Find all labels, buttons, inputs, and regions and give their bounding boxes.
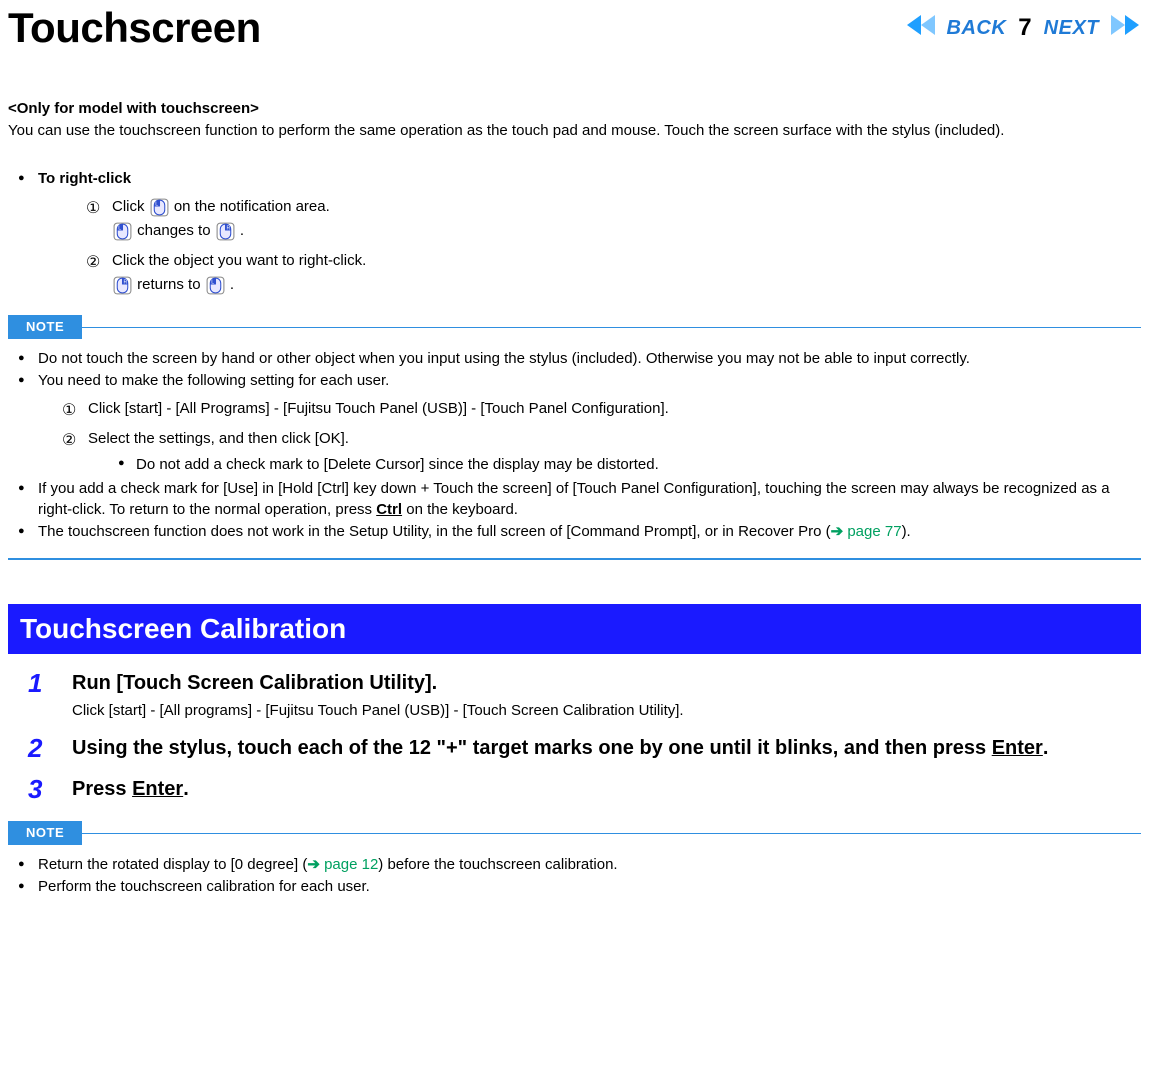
mouse-left-icon-3: L: [205, 275, 226, 296]
mouse-right-icon-2: R: [112, 275, 133, 296]
note2-item1-a: Return the rotated display to [0 degree]…: [38, 856, 307, 873]
calibration-steps: 1 Run [Touch Screen Calibration Utility]…: [28, 670, 1141, 803]
note2-item-2: Perform the touchscreen calibration for …: [16, 877, 1141, 897]
enter-key-label-2: Enter: [132, 778, 183, 800]
step2-text: Click the object you want to right-click…: [112, 252, 366, 269]
note2-item-1: Return the rotated display to [0 degree]…: [16, 855, 1141, 875]
svg-text:L: L: [118, 225, 121, 231]
step-2-title: Using the stylus, touch each of the 12 "…: [72, 735, 1141, 762]
right-click-section: To right-click Click L on the notificati…: [8, 169, 1141, 297]
intro-block: <Only for model with touchscreen> You ca…: [8, 99, 1141, 142]
svg-text:R: R: [124, 279, 128, 285]
page-title: Touchscreen: [8, 0, 261, 57]
note1-item-1: Do not touch the screen by hand or other…: [16, 349, 1141, 369]
step2-returns-b: .: [230, 276, 234, 293]
back-button[interactable]: BACK: [947, 15, 1007, 42]
note-label-2: NOTE: [8, 821, 82, 845]
svg-text:R: R: [226, 225, 230, 231]
ctrl-key-label: Ctrl: [376, 501, 402, 518]
back-arrow-icon[interactable]: [905, 13, 941, 43]
note-2: NOTE Return the rotated display to [0 de…: [8, 821, 1141, 897]
link-arrow-icon-2: ➔: [307, 856, 320, 873]
model-subtitle: <Only for model with touchscreen>: [8, 99, 1141, 119]
note1-item3-b: on the keyboard.: [402, 501, 518, 518]
note2-item1-b: ) before the touchscreen calibration.: [378, 856, 617, 873]
page-12-link[interactable]: page 12: [320, 856, 378, 873]
step-1-title: Run [Touch Screen Calibration Utility].: [72, 670, 1141, 697]
svg-text:L: L: [211, 279, 214, 285]
note1-item-4: The touchscreen function does not work i…: [16, 522, 1141, 542]
step-3-title-a: Press: [72, 778, 132, 800]
page-header: Touchscreen BACK 7 NEXT: [8, 0, 1141, 57]
intro-text: You can use the touchscreen function to …: [8, 121, 1141, 141]
note1-substep-2-sub: Do not add a check mark to [Delete Curso…: [116, 453, 1141, 477]
step-3-title-b: .: [183, 778, 189, 800]
note1-substep-2: Select the settings, and then click [OK]…: [62, 427, 1141, 477]
note-divider-2: [82, 833, 1141, 834]
note1-item-3: If you add a check mark for [Use] in [Ho…: [16, 479, 1141, 520]
step-number-1: 1: [28, 670, 72, 721]
next-button[interactable]: NEXT: [1044, 15, 1099, 42]
note1-item-2: You need to make the following setting f…: [16, 371, 1141, 477]
step-1: 1 Run [Touch Screen Calibration Utility]…: [28, 670, 1141, 721]
step-3: 3 Press Enter.: [28, 776, 1141, 803]
note1-item4-a: The touchscreen function does not work i…: [38, 523, 831, 540]
step-2-title-a: Using the stylus, touch each of the 12 "…: [72, 737, 992, 759]
page-number: 7: [1018, 12, 1031, 44]
note1-item3-a: If you add a check mark for [Use] in [Ho…: [38, 480, 1110, 517]
note-1: NOTE Do not touch the screen by hand or …: [8, 315, 1141, 542]
section-divider: [8, 558, 1141, 560]
mouse-left-icon: L: [149, 197, 170, 218]
step1-changes-a: changes to: [137, 222, 215, 239]
step1-text-b: on the notification area.: [174, 198, 330, 215]
step-1-sub: Click [start] - [All programs] - [Fujits…: [72, 701, 1141, 721]
step-number-2: 2: [28, 735, 72, 762]
right-click-step-2: Click the object you want to right-click…: [86, 249, 1141, 297]
step-3-title: Press Enter.: [72, 776, 1141, 803]
note1-substep-2-text: Select the settings, and then click [OK]…: [88, 430, 349, 447]
mouse-right-icon: R: [215, 221, 236, 242]
next-arrow-icon[interactable]: [1105, 13, 1141, 43]
page-77-link[interactable]: page 77: [843, 523, 901, 540]
step-number-3: 3: [28, 776, 72, 803]
step-2-title-b: .: [1043, 737, 1049, 759]
note1-item-2-text: You need to make the following setting f…: [38, 372, 389, 389]
note-label: NOTE: [8, 315, 82, 339]
step-2: 2 Using the stylus, touch each of the 12…: [28, 735, 1141, 762]
step1-text-a: Click: [112, 198, 149, 215]
enter-key-label-1: Enter: [992, 737, 1043, 759]
right-click-step-1: Click L on the notification area. L chan…: [86, 195, 1141, 243]
note1-substep-1: Click [start] - [All Programs] - [Fujits…: [62, 397, 1141, 421]
step2-returns-a: returns to: [137, 276, 205, 293]
step1-changes-b: .: [240, 222, 244, 239]
note1-item4-b: ).: [902, 523, 911, 540]
calibration-heading: Touchscreen Calibration: [8, 604, 1141, 654]
page-nav: BACK 7 NEXT: [905, 12, 1141, 44]
mouse-left-icon-2: L: [112, 221, 133, 242]
link-arrow-icon: ➔: [831, 523, 844, 540]
right-click-heading: To right-click: [16, 169, 1141, 189]
note-divider: [82, 327, 1141, 328]
svg-text:L: L: [155, 201, 158, 207]
